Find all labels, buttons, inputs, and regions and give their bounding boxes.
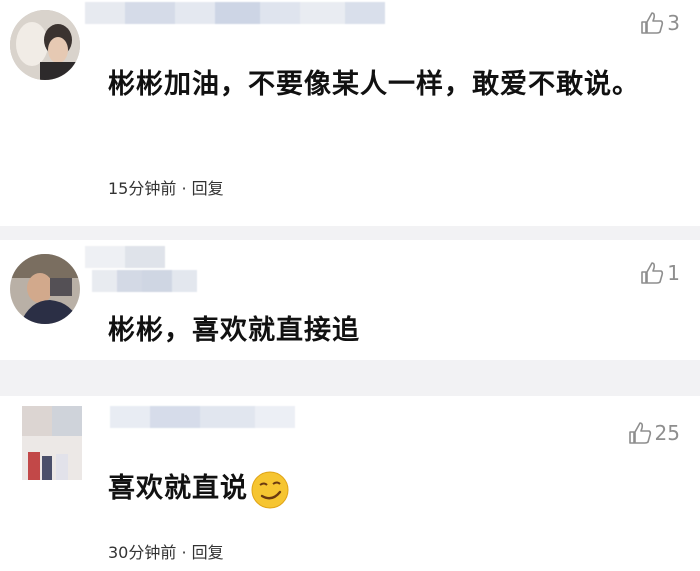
avatar[interactable]	[22, 406, 82, 480]
like-count: 25	[654, 421, 680, 445]
comment-text: 彬彬，喜欢就直接追	[108, 315, 360, 346]
avatar[interactable]	[10, 254, 80, 324]
username-blurred[interactable]	[85, 246, 165, 268]
comment-card: 3 彬彬加油，不要像某人一样，敢爱不敢说。 15分钟前 · 回复	[0, 0, 700, 226]
username-blurred[interactable]	[92, 270, 197, 292]
comment-card: 25 喜欢就直说 30分钟前 · 回复	[0, 396, 700, 571]
thumbs-up-icon	[641, 262, 664, 284]
comment-meta[interactable]: 30分钟前 · 回复	[108, 539, 224, 563]
thumbs-up-icon	[641, 12, 664, 34]
comment-text: 喜欢就直说	[108, 466, 668, 512]
like-button[interactable]: 1	[639, 260, 680, 286]
like-count: 1	[667, 261, 680, 285]
like-button[interactable]: 3	[639, 10, 680, 36]
comment-text-content: 喜欢就直说	[108, 473, 248, 504]
comment-meta[interactable]: 15分钟前 · 回复	[108, 175, 224, 199]
like-count: 3	[667, 11, 680, 35]
smirk-face-emoji	[251, 471, 289, 508]
avatar[interactable]	[10, 10, 80, 80]
thumbs-up-icon	[628, 422, 651, 444]
comment-card: 1 彬彬，喜欢就直接追	[0, 240, 700, 360]
username-blurred[interactable]	[110, 406, 295, 428]
username-blurred[interactable]	[85, 2, 385, 24]
comment-text: 彬彬加油，不要像某人一样，敢爱不敢说。	[108, 69, 640, 100]
like-button[interactable]: 25	[627, 420, 680, 446]
